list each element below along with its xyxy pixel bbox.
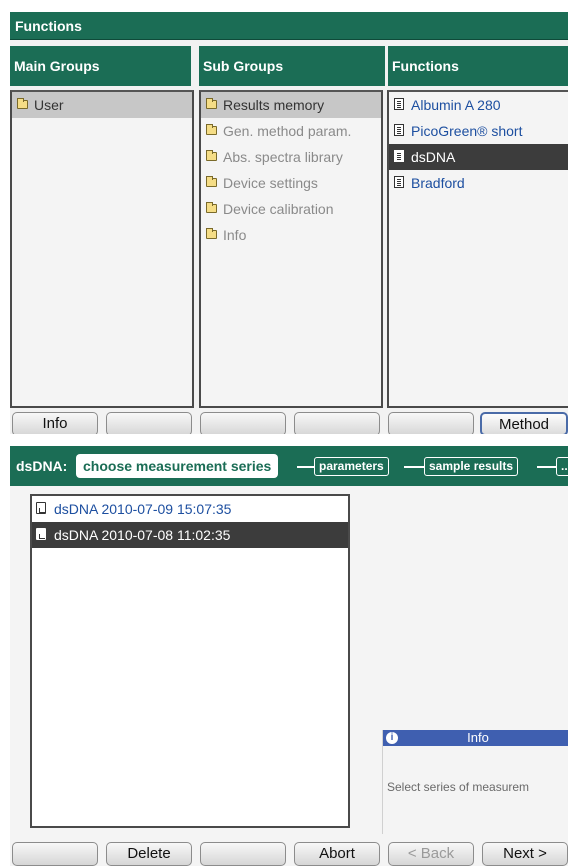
info-icon: i [386, 732, 398, 744]
measurement-series-screen: dsDNA: choose measurement series paramet… [10, 446, 568, 866]
sub-group-device-settings[interactable]: Device settings [201, 170, 381, 196]
softkey-bar: Delete Abort < Back Next > [10, 842, 568, 866]
sub-group-label: Gen. method param. [223, 123, 352, 139]
info-button[interactable]: Info [12, 412, 98, 434]
main-groups-list: User [10, 90, 194, 408]
next-button[interactable]: Next > [482, 842, 568, 866]
main-group-label: User [34, 97, 64, 113]
folder-icon [206, 176, 217, 187]
info-title: Info [467, 730, 489, 745]
main-group-user[interactable]: User [12, 92, 192, 118]
function-label: dsDNA [411, 149, 456, 165]
sub-group-abs-spectra-library[interactable]: Abs. spectra library [201, 144, 381, 170]
folder-icon [206, 124, 217, 135]
sub-groups-header: Sub Groups [199, 46, 385, 86]
info-message: Select series of measurem [387, 780, 530, 794]
document-icon [394, 124, 404, 136]
sub-groups-list: Results memory Gen. method param. Abs. s… [199, 90, 383, 408]
wizard-connector [297, 466, 315, 468]
series-file-icon [36, 528, 46, 540]
series-file-icon [36, 502, 46, 514]
back-button[interactable]: < Back [388, 842, 474, 866]
wizard-step-parameters[interactable]: parameters [314, 457, 389, 476]
function-label: Bradford [411, 175, 465, 191]
sub-group-results-memory[interactable]: Results memory [201, 92, 381, 118]
measurement-series-list: dsDNA 2010-07-09 15:07:35 dsDNA 2010-07-… [30, 494, 350, 828]
sub-group-device-calibration[interactable]: Device calibration [201, 196, 381, 222]
folder-icon [17, 98, 28, 109]
function-dsdna[interactable]: dsDNA [389, 144, 568, 170]
wizard-step-sample-results[interactable]: sample results [424, 457, 519, 476]
wizard-step-more[interactable]: ... [556, 457, 568, 476]
wizard-bar: dsDNA: choose measurement series paramet… [10, 446, 568, 486]
functions-screen: Functions Main Groups Sub Groups Functio… [10, 12, 568, 434]
series-label: dsDNA 2010-07-08 11:02:35 [54, 527, 231, 543]
wizard-connector [537, 466, 557, 468]
folder-icon [206, 98, 217, 109]
softkey-5[interactable] [388, 412, 474, 434]
sub-group-label: Device calibration [223, 201, 334, 217]
functions-list: Albumin A 280 PicoGreen® short dsDNA Bra… [387, 90, 568, 408]
sub-group-label: Device settings [223, 175, 318, 191]
info-box: i Info Select series of measurem [382, 730, 568, 834]
document-icon [394, 150, 404, 162]
function-label: Albumin A 280 [411, 97, 501, 113]
function-bradford[interactable]: Bradford [389, 170, 568, 196]
folder-icon [206, 202, 217, 213]
info-header: i Info [383, 730, 568, 746]
method-button[interactable]: Method [480, 412, 568, 434]
series-item[interactable]: dsDNA 2010-07-08 11:02:35 [32, 522, 348, 548]
wizard-connector [404, 466, 424, 468]
softkey-4[interactable] [294, 412, 380, 434]
sub-group-info[interactable]: Info [201, 222, 381, 248]
sub-group-label: Info [223, 227, 247, 243]
series-item[interactable]: dsDNA 2010-07-09 15:07:35 [32, 496, 348, 522]
sub-group-label: Results memory [223, 97, 325, 113]
functions-header: Functions [385, 46, 568, 86]
softkey-1[interactable] [12, 842, 98, 866]
folder-icon [206, 150, 217, 161]
functions-title: Functions [10, 12, 568, 40]
wizard-step-choose-series[interactable]: choose measurement series [76, 454, 279, 478]
folder-icon [206, 228, 217, 239]
delete-button[interactable]: Delete [106, 842, 192, 866]
function-picogreen-short[interactable]: PicoGreen® short [389, 118, 568, 144]
main-groups-header: Main Groups [10, 46, 191, 86]
softkey-bar: Info Method [10, 412, 568, 434]
series-label: dsDNA 2010-07-09 15:07:35 [54, 501, 232, 517]
sub-group-label: Abs. spectra library [223, 149, 343, 165]
function-albumin-a280[interactable]: Albumin A 280 [389, 92, 568, 118]
softkey-2[interactable] [106, 412, 192, 434]
document-icon [394, 176, 404, 188]
function-label: PicoGreen® short [411, 123, 523, 139]
softkey-3[interactable] [200, 412, 286, 434]
softkey-3[interactable] [200, 842, 286, 866]
wizard-method-label: dsDNA: [16, 458, 68, 474]
abort-button[interactable]: Abort [294, 842, 380, 866]
sub-group-gen-method-param[interactable]: Gen. method param. [201, 118, 381, 144]
document-icon [394, 98, 404, 110]
